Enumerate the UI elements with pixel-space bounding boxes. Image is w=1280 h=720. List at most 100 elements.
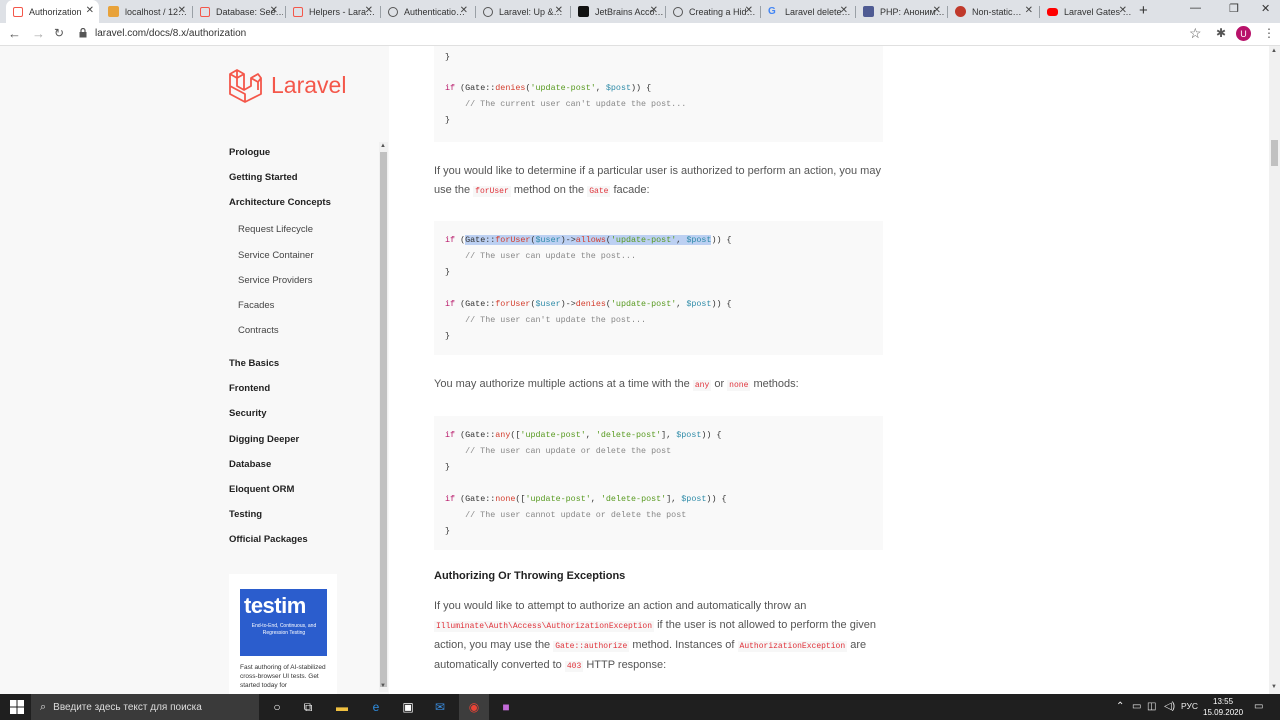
language-indicator[interactable]: РУС [1181,701,1198,711]
nav-contracts[interactable]: Contracts [238,325,279,336]
page-scroll-down-icon[interactable]: ▼ [1271,684,1277,690]
nav-service-container[interactable]: Service Container [238,250,314,261]
nav-security[interactable]: Security [229,408,267,419]
scroll-down-arrow-icon[interactable]: ▼ [380,683,386,689]
nav-facades[interactable]: Facades [238,300,274,311]
nav-eloquent-orm[interactable]: Eloquent ORM [229,484,294,495]
forward-icon[interactable]: → [32,26,45,41]
nav-request-lifecycle[interactable]: Request Lifecycle [238,224,313,235]
scroll-up-arrow-icon[interactable]: ▲ [380,143,386,149]
close-tab-icon[interactable]: ✕ [1119,5,1127,16]
browser-menu-icon[interactable]: ⋮ [1263,26,1275,40]
pen-icon [955,6,966,17]
taskbar-search[interactable]: ⌕ Введите здесь текст для поиска [31,694,259,720]
laravel-logo[interactable]: Laravel [228,68,346,103]
inline-code: any [692,380,712,391]
extensions-puzzle-icon[interactable]: ✱ [1216,26,1226,40]
lock-icon[interactable] [79,28,87,38]
close-tab-icon[interactable]: ✕ [365,5,373,16]
tray-expand-icon[interactable]: ⌃ [1116,701,1124,712]
text: methods: [753,378,799,390]
close-tab-icon[interactable]: ✕ [270,5,278,16]
restore-icon[interactable]: ❐ [1229,2,1239,15]
nav-the-basics[interactable]: The Basics [229,358,279,369]
code-line: if (Gate::none(['update-post', 'delete-p… [445,494,727,504]
tab-authorization[interactable]: Authorization ✕ [6,0,99,23]
file-explorer-icon[interactable]: ▬ [334,699,350,715]
nav-prologue[interactable]: Prologue [229,147,270,158]
notifications-icon[interactable]: ▭ [1254,701,1263,712]
tab-laravel-up[interactable]: Laravel: Up &… ✕ [476,0,568,23]
tab-authentication[interactable]: Authenticatio… ✕ [381,0,473,23]
tab-jetbrains[interactable]: JetBrains Acco… ✕ [571,0,663,23]
nav-digging-deeper[interactable]: Digging Deeper [229,434,299,445]
inline-code: Illuminate\Auth\Access\AuthorizationExce… [434,621,655,632]
nav-database[interactable]: Database [229,459,271,470]
comment-text: // The user cannot update or delete the … [465,510,687,520]
nav-service-providers[interactable]: Service Providers [238,275,312,286]
code-line: } [445,115,451,125]
ad-banner[interactable]: testim End-to-End, Continuous, and Regre… [240,589,327,656]
tab-database[interactable]: Database: See… ✕ [193,0,283,23]
close-tab-icon[interactable]: ✕ [1025,5,1033,16]
close-tab-icon[interactable]: ✕ [460,5,468,16]
ad-logo: testim [244,593,306,618]
nav-official-packages[interactable]: Official Packages [229,534,308,545]
text: HTTP response: [586,659,667,671]
nav-getting-started[interactable]: Getting Started [229,172,298,183]
globe-icon [483,6,493,17]
back-icon[interactable]: ← [8,26,21,41]
address-bar[interactable]: laravel.com/docs/8.x/authorization [95,28,246,39]
paragraph-authorize: If you would like to attempt to authoriz… [434,597,884,676]
cortana-icon[interactable]: ○ [269,699,285,715]
tab-localhost[interactable]: localhost / 12… ✕ [101,0,191,23]
network-icon[interactable]: ▭ [1132,701,1141,712]
laravel-icon [13,6,23,17]
sidebar-scrollbar-thumb[interactable] [380,152,387,687]
tab-helpers[interactable]: Helpers - Lara… ✕ [286,0,378,23]
close-tab-icon[interactable]: ✕ [86,5,94,16]
reload-icon[interactable]: ↻ [54,26,64,40]
clock[interactable]: 13:55 15.09.2020 [1203,696,1243,718]
sponsor-ad[interactable]: testim End-to-End, Continuous, and Regre… [229,574,337,694]
edge-icon[interactable]: e [368,699,384,715]
tab-laravel-delete[interactable]: G Laravel delete… ✕ [761,0,853,23]
close-tab-icon[interactable]: ✕ [745,5,753,16]
nav-frontend[interactable]: Frontend [229,383,270,394]
volume-icon[interactable]: ◁) [1164,701,1175,712]
tab-strip: Authorization ✕ localhost / 12… ✕ Databa… [0,0,1280,23]
laravel-icon [293,6,303,17]
close-window-icon[interactable]: ✕ [1261,2,1270,15]
phpstorm-icon[interactable]: ■ [498,699,514,715]
battery-icon[interactable]: ◫ [1147,701,1156,712]
tab-creating[interactable]: Creating a Hid… ✕ [666,0,758,23]
close-tab-icon[interactable]: ✕ [840,5,848,16]
mail-icon[interactable]: ✉ [432,699,448,715]
store-icon[interactable]: ▣ [400,699,416,715]
nav-testing[interactable]: Testing [229,509,262,520]
close-tab-icon[interactable]: ✕ [555,5,563,16]
close-tab-icon[interactable]: ✕ [178,5,186,16]
profile-avatar[interactable]: U [1236,26,1251,41]
windows-start-icon[interactable] [10,700,24,714]
chrome-icon[interactable]: ◉ [466,699,482,715]
section-heading[interactable]: Authorizing Or Throwing Exceptions [434,570,625,582]
ad-text[interactable]: Fast authoring of AI-stabilized cross-br… [240,663,330,690]
close-tab-icon[interactable]: ✕ [650,5,658,16]
new-tab-icon[interactable]: + [1139,2,1148,19]
task-view-icon[interactable]: ⧉ [300,699,316,715]
tab-non-static[interactable]: Non-static… ✕ [948,0,1038,23]
inline-code: forUser [473,186,511,197]
close-tab-icon[interactable]: ✕ [933,5,941,16]
code-comment: // The user cannot update or delete the … [445,510,686,520]
code-comment: // The current user can't update the pos… [445,99,687,109]
page-scrollbar-thumb[interactable] [1271,140,1278,166]
tab-laravel-gates[interactable]: Laravel Gates … ✕ [1040,0,1132,23]
minimize-icon[interactable]: — [1190,2,1201,14]
bookmark-star-icon[interactable]: ☆ [1189,25,1202,42]
code-block-2: if (Gate::forUser($user)->allows('update… [434,221,883,355]
nav-architecture-concepts[interactable]: Architecture Concepts [229,197,331,208]
phpmyadmin-icon [108,6,119,17]
tab-php[interactable]: PHP: Аноним… ✕ [856,0,946,23]
page-scroll-up-icon[interactable]: ▲ [1271,48,1277,54]
